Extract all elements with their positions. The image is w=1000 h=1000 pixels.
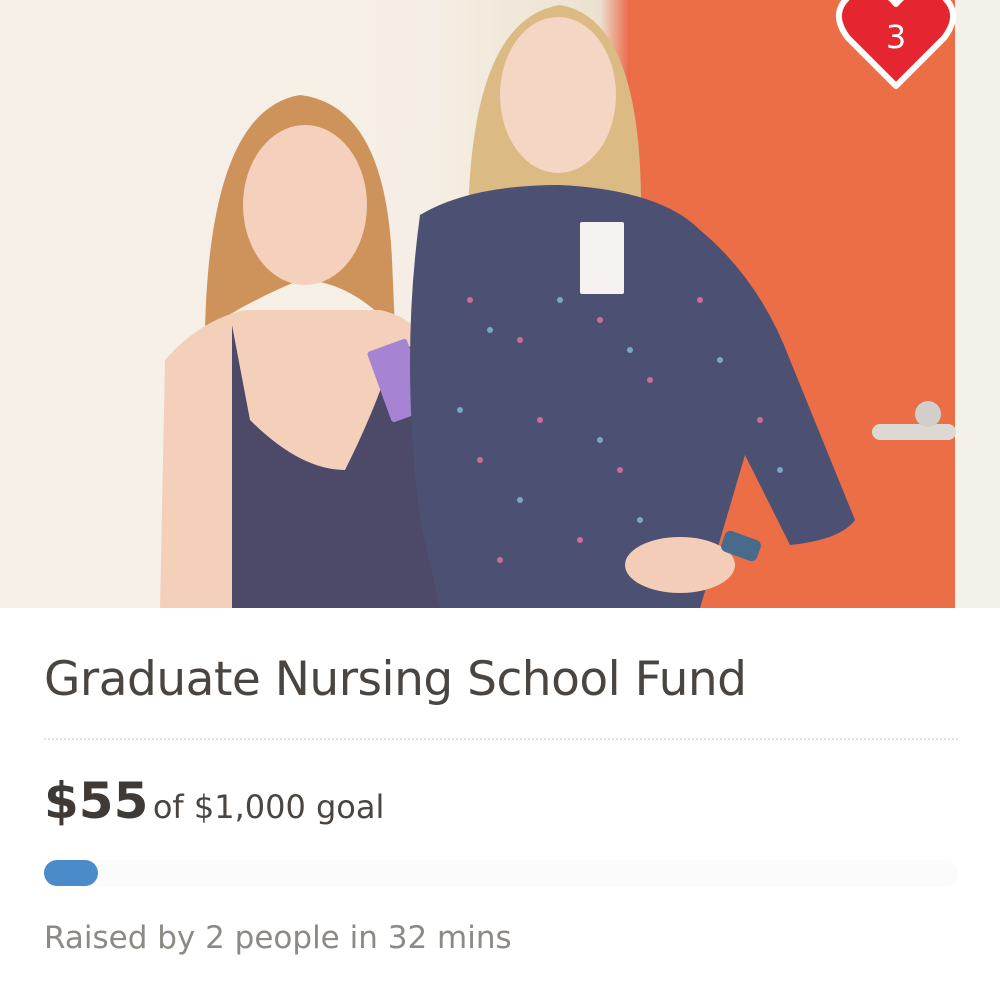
campaign-photo: 3 xyxy=(0,0,1000,608)
heart-count: 3 xyxy=(885,18,907,56)
heart-button[interactable]: 3 xyxy=(832,0,960,94)
raised-amount: $55 xyxy=(44,772,149,830)
divider xyxy=(44,738,958,740)
campaign-title: Graduate Nursing School Fund xyxy=(44,652,747,707)
goal-text: of $1,000 goal xyxy=(152,788,385,826)
funding-summary: $55 of $1,000 goal xyxy=(44,772,384,830)
progress-fill xyxy=(44,860,98,886)
progress-bar xyxy=(44,860,958,886)
raised-by-text: Raised by 2 people in 32 mins xyxy=(44,920,512,956)
